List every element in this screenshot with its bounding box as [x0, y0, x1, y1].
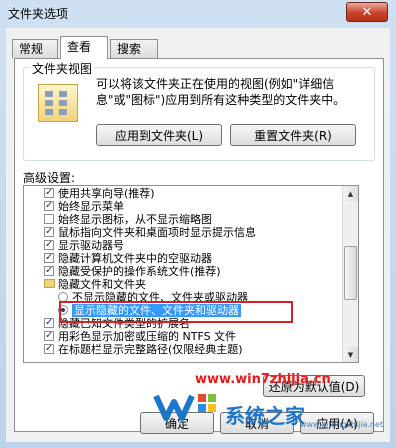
- tab-label: 常规: [19, 42, 44, 56]
- window-title: 文件夹选项: [8, 7, 69, 21]
- title-bar[interactable]: 文件夹选项 ✕: [0, 0, 396, 26]
- close-button[interactable]: ✕: [346, 2, 388, 22]
- folder-options-window: 文件夹选项 ✕ 常规 查看 搜索 文件夹视图 可以将该文件夹正在使用的视图(例如…: [0, 0, 396, 448]
- item-label: 始终显示图标，从不显示缩略图: [58, 213, 212, 226]
- list-item[interactable]: 始终显示图标，从不显示缩略图: [24, 213, 342, 226]
- button-label: 确定: [164, 416, 189, 431]
- folder-views-description: 可以将该文件夹正在使用的视图(例如"详细信息"或"图标")应用到所有这种类型的文…: [96, 77, 346, 107]
- tab-label: 查看: [67, 40, 92, 54]
- advanced-settings-label: 高级设置:: [23, 171, 76, 185]
- button-label: 取消: [244, 416, 269, 431]
- item-label: 隐藏文件和文件夹: [58, 278, 146, 291]
- tab-search[interactable]: 搜索: [110, 39, 158, 58]
- cancel-button[interactable]: 取消: [220, 412, 294, 434]
- checkbox[interactable]: [44, 264, 54, 277]
- tab-general[interactable]: 常规: [12, 39, 58, 58]
- button-label: 重置文件夹(R): [254, 128, 332, 143]
- button-label: 应用(A): [316, 416, 358, 431]
- folder-icon: [44, 279, 55, 288]
- checkbox[interactable]: [44, 316, 54, 329]
- checkbox[interactable]: [44, 225, 54, 238]
- checkbox[interactable]: [44, 199, 54, 212]
- scroll-thumb[interactable]: [344, 246, 357, 300]
- checkbox[interactable]: [44, 186, 54, 199]
- item-label: 始终显示菜单: [58, 200, 124, 213]
- reset-folders-button[interactable]: 重置文件夹(R): [230, 124, 356, 146]
- checkbox[interactable]: [44, 238, 54, 251]
- ok-button[interactable]: 确定: [140, 412, 214, 434]
- list-item[interactable]: 用彩色显示加密或压缩的 NTFS 文件: [24, 329, 342, 343]
- checkbox[interactable]: [44, 251, 54, 264]
- red-highlight-annotation: [59, 301, 293, 323]
- button-label: 还原为默认值(D): [268, 379, 360, 394]
- tab-label: 搜索: [117, 42, 142, 56]
- folder-views-group: 文件夹视图 可以将该文件夹正在使用的视图(例如"详细信息"或"图标")应用到所有…: [23, 60, 375, 161]
- apply-to-folders-button[interactable]: 应用到文件夹(L): [96, 124, 222, 146]
- checkbox[interactable]: [44, 329, 54, 342]
- close-icon: ✕: [361, 4, 373, 20]
- vertical-scrollbar[interactable]: ▲ ▼: [342, 186, 358, 362]
- item-label: 用彩色显示加密或压缩的 NTFS 文件: [58, 330, 237, 343]
- item-label: 隐藏计算机文件夹中的空驱动器: [58, 252, 212, 265]
- list-item[interactable]: 隐藏计算机文件夹中的空驱动器: [24, 251, 342, 265]
- list-item[interactable]: 鼠标指向文件夹和桌面项时显示提示信息: [24, 225, 342, 239]
- view-tab-panel: 文件夹视图 可以将该文件夹正在使用的视图(例如"详细信息"或"图标")应用到所有…: [14, 58, 384, 432]
- dialog-client: 常规 查看 搜索 文件夹视图 可以将该文件夹正在使用的视图(例如"详细信息"或"…: [6, 28, 390, 442]
- scroll-down-icon[interactable]: ▼: [343, 347, 358, 362]
- restore-defaults-button[interactable]: 还原为默认值(D): [263, 375, 365, 397]
- item-label: 鼠标指向文件夹和桌面项时显示提示信息: [58, 226, 256, 239]
- checkbox[interactable]: [44, 214, 54, 224]
- list-item[interactable]: 显示驱动器号: [24, 238, 342, 252]
- checkbox[interactable]: [44, 342, 54, 355]
- list-item[interactable]: 在标题栏显示完整路径(仅限经典主题): [24, 342, 342, 356]
- item-label: 隐藏受保护的操作系统文件(推荐): [58, 265, 221, 278]
- list-item[interactable]: 隐藏受保护的操作系统文件(推荐): [24, 264, 342, 278]
- item-label: 显示驱动器号: [58, 239, 124, 252]
- list-item[interactable]: 始终显示菜单: [24, 199, 342, 213]
- item-label: 使用共享向导(推荐): [58, 187, 155, 200]
- scroll-up-icon[interactable]: ▲: [343, 186, 358, 201]
- folder-view-icon: [38, 84, 78, 122]
- tab-view[interactable]: 查看: [60, 36, 108, 59]
- list-group-header: 隐藏文件和文件夹: [24, 278, 342, 291]
- list-item[interactable]: 使用共享向导(推荐): [24, 186, 342, 200]
- apply-button[interactable]: 应用(A): [300, 412, 374, 434]
- folder-views-legend: 文件夹视图: [30, 60, 95, 77]
- item-label: 在标题栏显示完整路径(仅限经典主题): [58, 343, 243, 356]
- button-label: 应用到文件夹(L): [114, 128, 204, 143]
- advanced-settings-list[interactable]: 使用共享向导(推荐) 始终显示菜单 始终显示图标，从不显示缩略图 鼠标指向文件夹…: [23, 185, 359, 363]
